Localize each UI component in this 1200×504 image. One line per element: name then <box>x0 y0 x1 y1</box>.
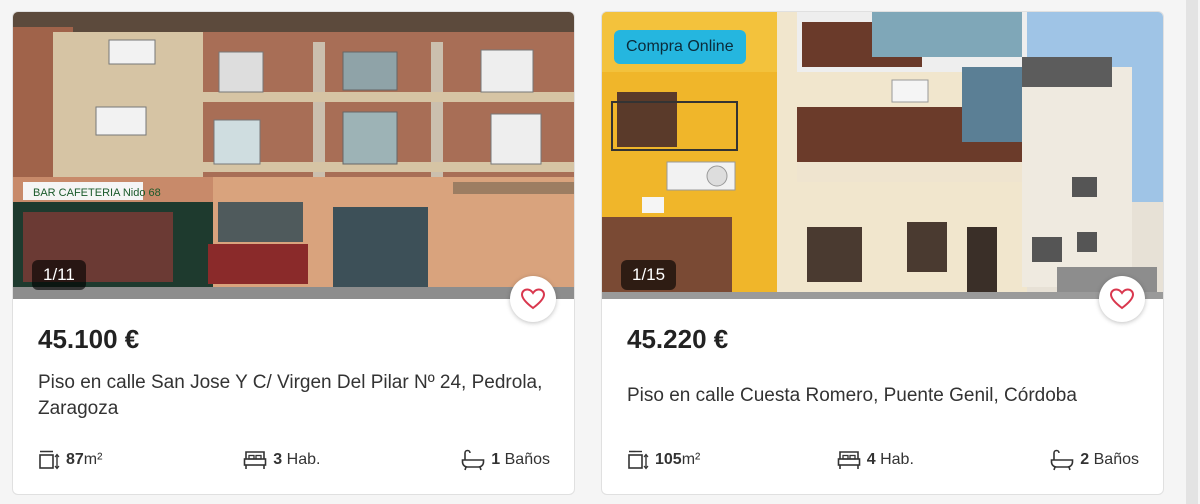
favorite-button[interactable] <box>510 276 556 322</box>
rooms-value: 3 <box>273 451 283 468</box>
listing-photo[interactable]: Compra Online 1/15 <box>602 12 1163 299</box>
bed-icon <box>243 451 267 469</box>
listing-photo[interactable]: BAR CAFETERIA Nido 68 1/11 <box>13 12 574 299</box>
listing-title[interactable]: Piso en calle Cuesta Romero, Puente Geni… <box>627 383 1137 409</box>
photo-counter: 1/15 <box>621 260 677 290</box>
baths-unit: Baños <box>504 451 550 468</box>
listing-price: 45.100 € <box>38 324 140 354</box>
area-icon <box>39 450 60 470</box>
scrollbar-thumb[interactable] <box>1186 0 1198 504</box>
area-value: 87 <box>66 451 84 468</box>
heart-icon <box>1110 288 1134 310</box>
rooms-unit: Hab. <box>880 451 914 468</box>
listing-card[interactable]: BAR CAFETERIA Nido 68 1/11 45.100 € Piso… <box>12 11 575 495</box>
listing-features: 105m² 4 Hab. 2 Baños <box>627 447 1139 473</box>
feature-area: 87m² <box>38 449 102 471</box>
bathtub-icon <box>1050 449 1074 471</box>
rooms-value: 4 <box>866 451 876 468</box>
area-icon <box>628 450 649 470</box>
storefront-sign: BAR CAFETERIA Nido 68 <box>33 187 161 199</box>
listing-features: 87m² 3 Hab. 1 Baños <box>38 447 550 473</box>
rooms-unit: Hab. <box>286 451 321 468</box>
feature-rooms: 4 Hab. <box>837 449 914 471</box>
baths-value: 1 <box>491 451 501 468</box>
bathtub-icon <box>461 449 485 471</box>
feature-area: 105m² <box>627 449 700 471</box>
bed-icon <box>837 451 861 469</box>
feature-baths: 2 Baños <box>1050 449 1139 471</box>
baths-value: 2 <box>1080 451 1090 468</box>
baths-unit: Baños <box>1093 451 1139 468</box>
feature-baths: 1 Baños <box>461 449 550 471</box>
listing-title[interactable]: Piso en calle San Jose Y C/ Virgen Del P… <box>38 370 548 422</box>
favorite-button[interactable] <box>1099 276 1145 322</box>
page-scrollbar[interactable] <box>1184 0 1200 504</box>
building-photo: BAR CAFETERIA Nido 68 <box>13 12 574 299</box>
compra-online-badge: Compra Online <box>614 30 746 64</box>
area-unit: m² <box>681 451 701 468</box>
photo-counter: 1/11 <box>32 260 86 290</box>
area-unit: m² <box>83 451 103 468</box>
feature-rooms: 3 Hab. <box>243 449 320 471</box>
heart-icon <box>521 288 545 310</box>
area-value: 105 <box>655 451 682 468</box>
listing-price: 45.220 € <box>627 324 729 354</box>
listing-card[interactable]: Compra Online 1/15 45.220 € Piso en call… <box>601 11 1164 495</box>
